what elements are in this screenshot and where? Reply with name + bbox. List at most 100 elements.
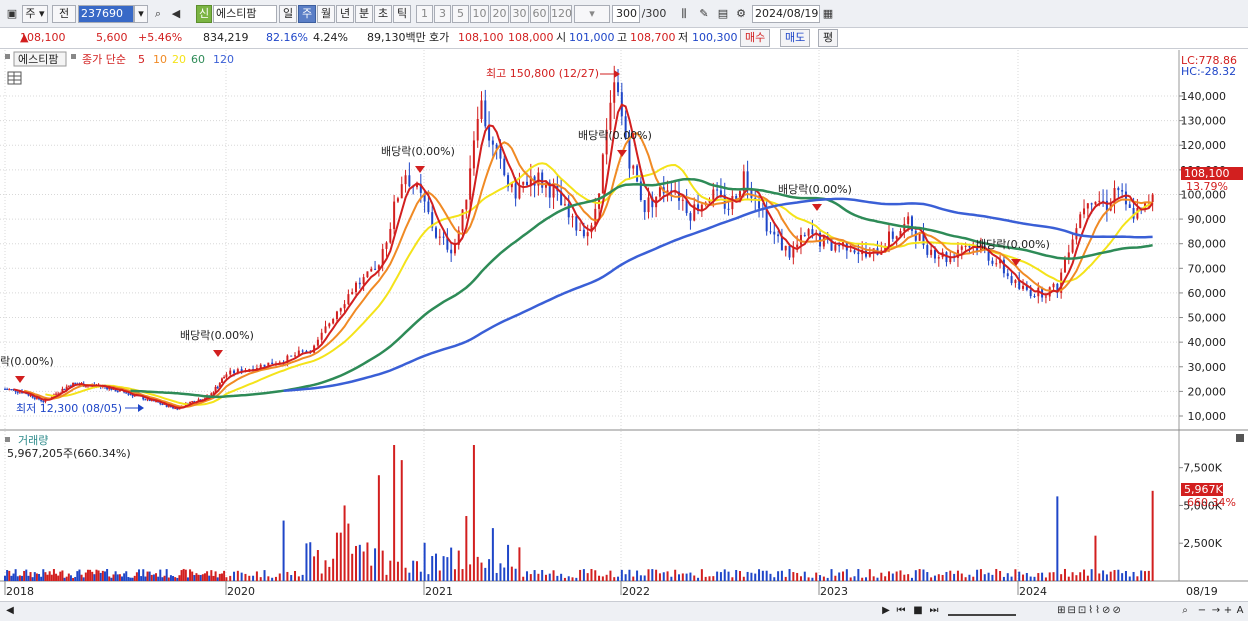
interval-button[interactable]: 30 [510, 5, 529, 23]
volume-bar [123, 573, 126, 581]
volume-bar [316, 550, 319, 581]
interval-dropdown[interactable]: ▾ [574, 5, 610, 23]
period-tab[interactable]: 틱 [393, 5, 411, 23]
interval-button[interactable]: 1 [416, 5, 433, 23]
zoom-out-icon[interactable]: − [1196, 604, 1208, 618]
volume-bar [1010, 576, 1013, 581]
chart-area[interactable]: 7,500K 5,000K 2,500K 5,967K 660.34% 140,000 1… [0, 50, 1248, 601]
volume-bar [503, 567, 506, 581]
date-input[interactable]: 2024/08/19 [752, 5, 820, 23]
play-icon[interactable]: ▶ [880, 604, 892, 618]
y-tick-label: 20,000 [1188, 385, 1227, 398]
volume-bar [193, 575, 196, 581]
period-tab[interactable]: 일 [279, 5, 297, 23]
volume-bar [25, 569, 28, 581]
candle-body [233, 370, 236, 374]
legend-square [5, 54, 10, 59]
draw-icon[interactable]: ✎ [696, 6, 712, 22]
candle-body [1086, 203, 1089, 209]
interval-button[interactable]: 5 [452, 5, 469, 23]
drawing-tools-icon[interactable]: ⊞⊟⊡⌇⌇⊘⊘ [1020, 604, 1160, 618]
scroll-left-icon[interactable]: ◀ [4, 604, 16, 618]
volume-bar [313, 556, 316, 581]
volume-bar [195, 573, 198, 581]
speaker-icon[interactable]: ◀ [168, 6, 184, 22]
candle-body [522, 181, 525, 185]
zoom-icon[interactable]: ⌕ [1178, 604, 1192, 618]
candle-body [396, 198, 399, 202]
candle-body [116, 391, 119, 393]
interval-button[interactable]: 60 [530, 5, 549, 23]
layout-icon[interactable]: ▣ [4, 6, 20, 22]
volume-bar [1132, 571, 1135, 581]
interval-button[interactable]: 120 [550, 5, 572, 23]
zoom-in-icon[interactable]: + [1222, 604, 1234, 618]
market-select[interactable]: 주 ▾ [22, 5, 48, 23]
candle-body [16, 391, 19, 393]
volume-bar [1033, 576, 1036, 581]
candle-body [937, 257, 940, 259]
candle-body [773, 231, 776, 235]
candle-body [491, 140, 494, 145]
period-tab[interactable]: 분 [355, 5, 373, 23]
stop-icon[interactable]: ■ [912, 604, 924, 618]
code-input[interactable]: 237690 [78, 5, 134, 23]
save-icon[interactable]: ▤ [715, 6, 731, 22]
volume-bar [700, 569, 703, 581]
volume-bar [999, 570, 1002, 581]
candle-body [8, 389, 11, 391]
interval-button[interactable]: 10 [470, 5, 489, 23]
period-tab[interactable]: 초 [374, 5, 392, 23]
gear-icon[interactable]: ⚙ [733, 6, 749, 22]
code-dropdown-icon[interactable]: ▾ [134, 5, 148, 23]
volume-bar [826, 577, 829, 581]
forward-icon[interactable]: ⏭ [928, 604, 940, 618]
volume-bar [252, 575, 255, 581]
volume-bar [381, 550, 384, 581]
volume-bar [69, 575, 72, 581]
volume-bar [799, 576, 802, 581]
volume-bar [575, 577, 578, 581]
candle-body [1029, 289, 1032, 297]
candle-body [1128, 204, 1131, 208]
search-icon[interactable]: ⌕ [150, 6, 166, 22]
zoom-slider[interactable] [948, 604, 1016, 616]
volume-bar [968, 574, 971, 581]
period-tab[interactable]: 년 [336, 5, 354, 23]
volume-bar [537, 573, 540, 581]
count-input[interactable]: 300 [612, 5, 640, 23]
prev-button[interactable]: 전 [52, 5, 76, 23]
volume-bar [522, 576, 525, 581]
candle-body [358, 282, 361, 285]
eval-button[interactable]: 평 [818, 29, 839, 47]
volume-bar [651, 569, 654, 581]
font-size-icon[interactable]: A [1234, 604, 1246, 618]
volume-bar [438, 570, 441, 581]
candle-body [480, 100, 483, 120]
volume-bar [1098, 573, 1101, 581]
candle-body [586, 232, 589, 237]
interval-button[interactable]: 20 [490, 5, 509, 23]
volume-bar [780, 570, 783, 581]
volume-bar [97, 570, 100, 581]
move-icon[interactable]: → [1210, 604, 1222, 618]
volume-bar [144, 576, 147, 581]
quote-bar: 108,100 ▲ 5,600 +5.46% 834,219 82.16% 4.… [0, 28, 1248, 49]
volume-ratio: 82.16% [266, 31, 308, 44]
sell-button[interactable]: 매도 [780, 29, 811, 47]
volume-value: 5,967,205주(660.34%) [7, 447, 131, 460]
buy-button[interactable]: 매수 [740, 29, 771, 47]
rewind-icon[interactable]: ⏮ [895, 604, 907, 618]
candle-icon[interactable]: ⫼ [676, 6, 692, 22]
stock-name-field[interactable]: 에스티팜 [213, 5, 277, 23]
volume-bar [910, 577, 913, 581]
volume-bar [1048, 572, 1051, 581]
interval-button[interactable]: 3 [434, 5, 451, 23]
period-tab[interactable]: 주 [298, 5, 316, 23]
candle-body [563, 204, 566, 206]
period-tab[interactable]: 월 [317, 5, 335, 23]
stock-chart[interactable]: 7,500K5,000K2,500K5,967K660.34% 140,0001… [0, 50, 1248, 601]
volume-bar [76, 571, 79, 581]
calendar-icon[interactable]: ▦ [820, 6, 836, 22]
candle-body [838, 245, 841, 247]
